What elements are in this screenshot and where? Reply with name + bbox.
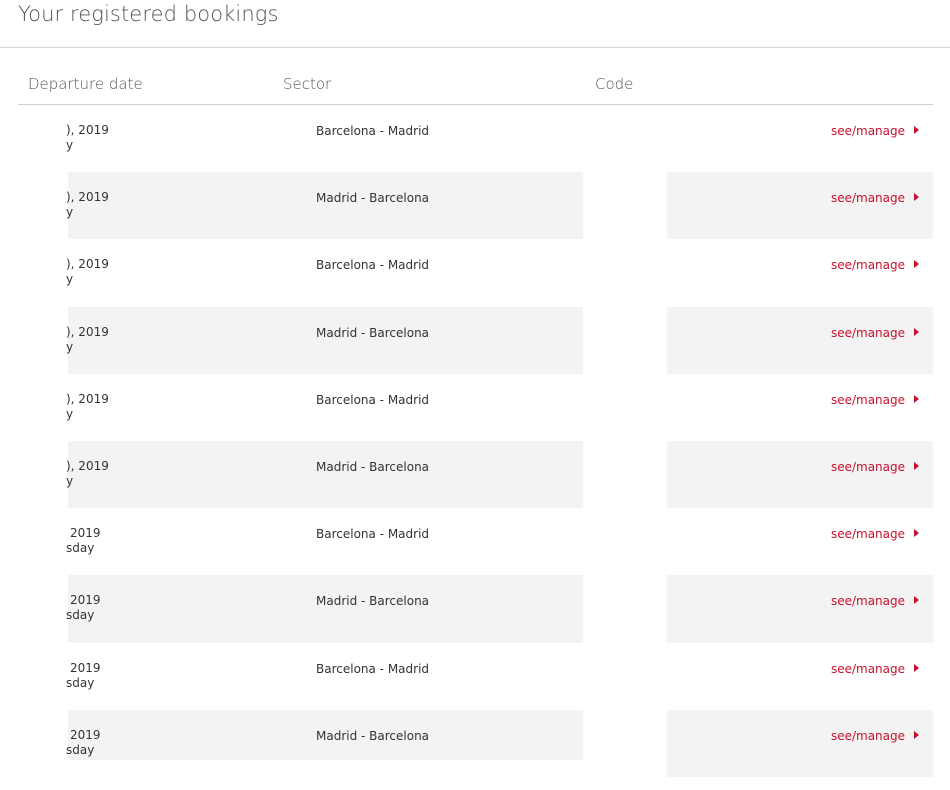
see-manage-link[interactable]: see/manage <box>831 662 919 676</box>
see-manage-label: see/manage <box>830 392 905 407</box>
sector-cell: Barcelona - Madrid <box>316 527 430 542</box>
table-row: ), 2019 y Madrid - Barcelona see/manage <box>18 440 933 509</box>
table-row: 2019 sday Barcelona - Madrid see/manage <box>18 508 933 575</box>
departure-date: ), 2019 <box>66 123 109 137</box>
see-manage-label: see/manage <box>830 258 905 273</box>
departure-weekday: sday <box>66 541 95 556</box>
caret-right-icon <box>914 193 919 202</box>
departure-weekday: sday <box>66 675 95 690</box>
caret-right-icon <box>914 461 919 470</box>
table-row: 2019 sday Madrid - Barcelona see/manage <box>18 575 933 643</box>
row-shade <box>667 172 933 240</box>
departure-date: ), 2019 <box>66 190 109 205</box>
caret-right-icon <box>914 327 919 336</box>
table-row: 2019 sday Madrid - Barcelona see/manage <box>18 709 933 777</box>
caret-right-icon <box>914 394 919 403</box>
row-shade <box>68 575 583 643</box>
bookings-table-header: Departure date Sector Code <box>18 66 933 105</box>
sector-cell: Madrid - Barcelona <box>316 191 430 206</box>
departure-weekday: y <box>66 138 74 152</box>
sector-cell: Madrid - Barcelona <box>316 325 430 340</box>
sector-cell: Barcelona - Madrid <box>316 124 430 138</box>
table-row: ), 2019 y Barcelona - Madrid see/manage <box>18 374 933 441</box>
see-manage-label: see/manage <box>830 661 905 676</box>
row-shade <box>68 440 583 509</box>
see-manage-link[interactable]: see/manage <box>831 594 919 608</box>
see-manage-link[interactable]: see/manage <box>831 191 919 205</box>
sector-cell: Madrid - Barcelona <box>316 459 430 474</box>
row-shade <box>667 306 933 374</box>
sector-cell: Barcelona - Madrid <box>316 258 430 273</box>
departure-weekday: y <box>66 339 74 354</box>
sector-cell: Madrid - Barcelona <box>316 728 430 743</box>
row-shade <box>667 440 933 509</box>
caret-right-icon <box>914 730 919 739</box>
see-manage-link[interactable]: see/manage <box>831 393 919 407</box>
see-manage-link[interactable]: see/manage <box>831 124 919 138</box>
departure-weekday: sday <box>66 608 95 623</box>
row-shade <box>68 172 583 240</box>
row-shade <box>667 709 933 777</box>
sector-cell: Madrid - Barcelona <box>316 594 430 609</box>
table-row: ), 2019 y Madrid - Barcelona see/manage <box>18 172 933 240</box>
see-manage-label: see/manage <box>830 728 905 743</box>
departure-date: 2019 <box>70 660 101 675</box>
departure-date: ), 2019 <box>66 391 109 406</box>
sector-cell: Barcelona - Madrid <box>316 392 430 407</box>
see-manage-link[interactable]: see/manage <box>831 326 919 340</box>
see-manage-label: see/manage <box>830 594 905 609</box>
departure-date: 2019 <box>70 593 101 608</box>
departure-weekday: y <box>66 406 74 421</box>
departure-date: ), 2019 <box>66 257 109 272</box>
caret-right-icon <box>914 260 919 269</box>
caret-right-icon <box>914 529 919 538</box>
table-row: ), 2019 y Barcelona - Madrid see/manage <box>18 105 933 172</box>
departure-weekday: y <box>66 272 74 287</box>
departure-date: 2019 <box>70 727 101 742</box>
bookings-table-body: ), 2019 y Barcelona - Madrid see/manage … <box>18 105 933 777</box>
see-manage-label: see/manage <box>830 527 905 542</box>
table-row: 2019 sday Barcelona - Madrid see/manage <box>18 643 933 710</box>
caret-right-icon <box>914 663 919 672</box>
see-manage-link[interactable]: see/manage <box>831 460 919 474</box>
column-header-departure-date: Departure date <box>28 75 143 93</box>
departure-weekday: y <box>66 473 74 488</box>
see-manage-label: see/manage <box>830 459 905 474</box>
column-header-code: Code <box>595 75 634 93</box>
see-manage-label: see/manage <box>830 191 905 206</box>
table-row: ), 2019 y Barcelona - Madrid see/manage <box>18 239 933 306</box>
sector-cell: Barcelona - Madrid <box>316 661 430 676</box>
departure-date: 2019 <box>70 526 101 541</box>
departure-weekday: y <box>66 205 74 220</box>
see-manage-label: see/manage <box>830 325 905 340</box>
see-manage-link[interactable]: see/manage <box>831 258 919 272</box>
row-shade <box>68 306 583 374</box>
see-manage-link[interactable]: see/manage <box>831 729 919 743</box>
departure-weekday: sday <box>66 742 95 757</box>
departure-date: ), 2019 <box>66 324 109 339</box>
departure-date: ), 2019 <box>66 458 109 473</box>
see-manage-label: see/manage <box>830 124 905 138</box>
column-header-sector: Sector <box>283 75 332 93</box>
row-shade <box>667 575 933 643</box>
table-row: ), 2019 y Madrid - Barcelona see/manage <box>18 306 933 374</box>
caret-right-icon <box>914 596 919 605</box>
title-divider <box>0 47 950 48</box>
caret-right-icon <box>914 126 919 134</box>
see-manage-link[interactable]: see/manage <box>831 527 919 541</box>
page-title: Your registered bookings <box>18 2 279 26</box>
